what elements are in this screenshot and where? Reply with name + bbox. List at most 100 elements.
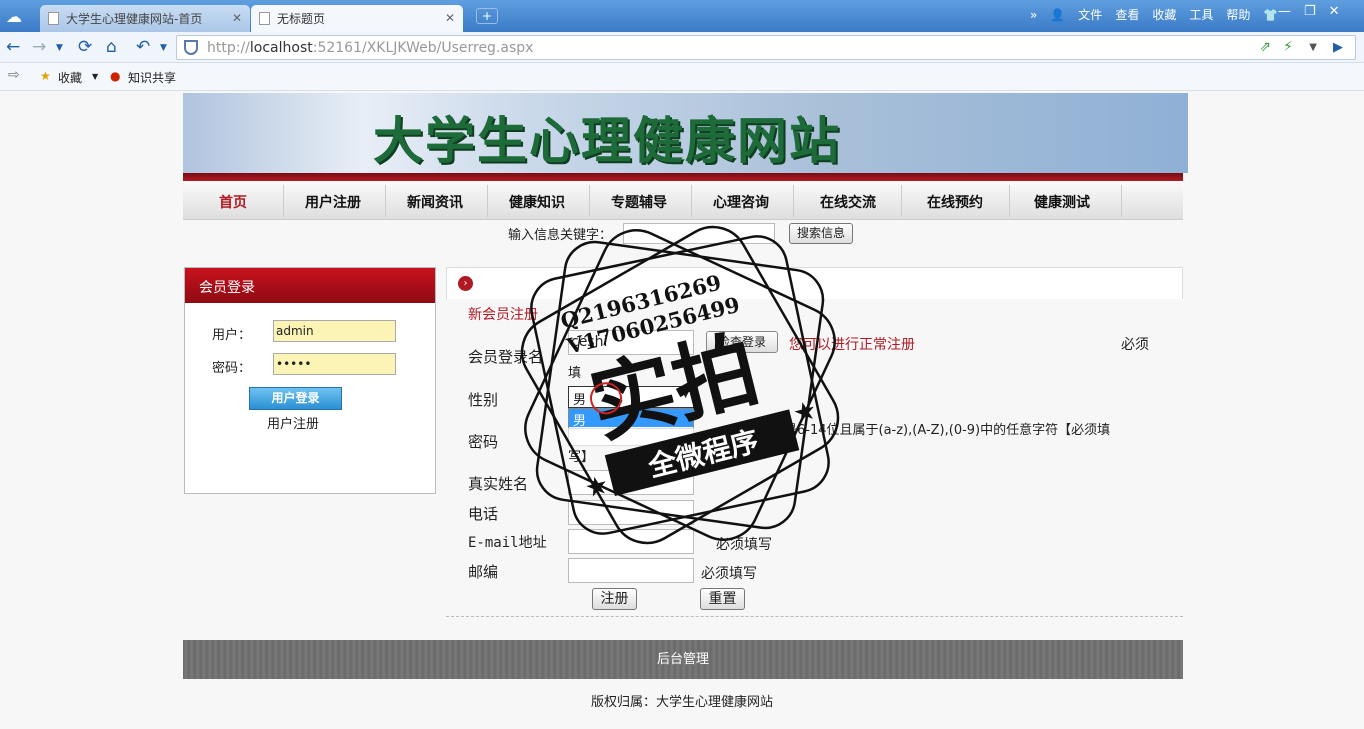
skin-icon[interactable]: 👕 [1263, 8, 1278, 22]
shield-icon [184, 40, 198, 55]
menu-favorites[interactable]: 收藏 [1152, 6, 1176, 23]
sidebar-toggle-icon[interactable]: ⇨ [8, 67, 20, 83]
nav-booking[interactable]: 在线预约 [927, 192, 983, 212]
login-button[interactable]: 用户登录 [249, 387, 342, 410]
site-nav: 首页 用户注册 新闻资讯 健康知识 专题辅导 心理咨询 在线交流 在线预约 健康… [183, 181, 1183, 220]
divider [446, 616, 1183, 617]
fav-item-link[interactable]: 知识共享 [128, 69, 176, 86]
password-hint: 密码须是6-14位且属于(a-z),(A-Z),(0-9)中的任意字符【必须填 [745, 423, 1111, 438]
sex-option-male[interactable]: 男 [569, 409, 693, 429]
cloud-icon[interactable]: ☁ [6, 7, 28, 26]
site-title: 大学生心理健康网站 [373, 111, 841, 170]
tab-label: 无标题页 [277, 12, 326, 26]
back-icon[interactable]: ← [6, 37, 20, 57]
undo-icon[interactable]: ↶ [136, 37, 150, 57]
search-button[interactable]: 搜索信息 [789, 223, 853, 244]
user-icon[interactable]: 👤 [1050, 8, 1065, 22]
zip-required: 必须填写 [701, 566, 757, 582]
tab-label: 大学生心理健康网站-首页 [66, 12, 203, 26]
email-required: 必须填写 [716, 537, 772, 553]
nav-consult[interactable]: 心理咨询 [713, 192, 769, 212]
close-window-icon[interactable]: ✕ [1329, 4, 1340, 19]
tab-active[interactable]: 无标题页 ✕ [251, 5, 463, 32]
nav-news[interactable]: 新闻资讯 [407, 192, 463, 212]
chevron-down-icon[interactable]: ▼ [56, 43, 63, 53]
password-input[interactable]: ••••• [273, 353, 396, 375]
register-panel-header [446, 267, 1183, 299]
menu-view[interactable]: 查看 [1115, 6, 1139, 23]
reset-button[interactable]: 重置 [700, 588, 745, 610]
nav-chat[interactable]: 在线交流 [820, 192, 876, 212]
menu-help[interactable]: 帮助 [1226, 6, 1250, 23]
copyright-text: 版权归属：大学生心理健康网站 [590, 695, 773, 710]
phone-input[interactable] [568, 500, 694, 525]
address-bar[interactable]: http://localhost:52161/XKLJKWeb/Userreg.… [176, 35, 1356, 60]
sex-select[interactable]: 男 ▼ [568, 386, 694, 408]
dropdown-icon[interactable]: ▼ [1309, 42, 1317, 53]
password-label: 密码： [212, 361, 252, 376]
phone-label: 电话 [468, 505, 499, 523]
overflow-icon[interactable]: » [1030, 8, 1037, 22]
forward-icon[interactable]: → [32, 37, 46, 57]
browser-nav-bar: ← → ▼ ⟳ ⌂ ↶ ▼ http://localhost:52161/XKL… [0, 32, 1364, 63]
refresh-icon[interactable]: ⟳ [78, 37, 92, 57]
chevron-down-icon[interactable]: ▼ [160, 43, 167, 53]
browser-tab-bar: ☁ 大学生心理健康网站-首页 ✕ 无标题页 ✕ + » 👤 文件 查看 收藏 工… [0, 0, 1364, 32]
username-required-cont: 填 [568, 366, 582, 381]
reg-username-input[interactable]: ceshi [568, 330, 694, 355]
admin-link[interactable]: 后台管理 [183, 640, 1183, 679]
nav-test[interactable]: 健康测试 [1034, 192, 1090, 212]
nav-tutoring[interactable]: 专题辅导 [611, 192, 667, 212]
lightning-icon[interactable]: ⚡ [1283, 39, 1293, 55]
tab-home[interactable]: 大学生心理健康网站-首页 ✕ [40, 5, 250, 32]
nav-home[interactable]: 首页 [219, 192, 247, 212]
username-field-label: 会员登录名 [468, 348, 544, 366]
share-icon[interactable]: ⇗ [1259, 39, 1271, 55]
sex-selected: 男 [573, 393, 587, 408]
window-controls: — ❐ ✕ [1278, 4, 1340, 19]
close-icon[interactable]: ✕ [445, 11, 455, 25]
site-banner: 大学生心理健康网站 [183, 93, 1188, 173]
star-icon: ★ [40, 69, 51, 83]
password-field-label: 密码 [468, 433, 499, 451]
go-icon[interactable]: ▶ [1333, 40, 1343, 55]
realname-input[interactable] [568, 470, 694, 495]
check-username-button[interactable]: 检查登录 [706, 331, 778, 353]
browser-menu: » 👤 文件 查看 收藏 工具 帮助 👕 [1030, 6, 1278, 23]
banner-divider [183, 173, 1183, 181]
password-hint-cont: 写】 [568, 450, 595, 465]
username-input[interactable]: admin [273, 320, 396, 342]
register-link[interactable]: 用户注册 [267, 413, 319, 432]
search-label: 输入信息关键字： [508, 228, 613, 243]
url-text: http://localhost:52161/XKLJKWeb/Userreg.… [207, 40, 534, 56]
search-input[interactable] [623, 223, 775, 244]
submit-button[interactable]: 注册 [592, 588, 637, 610]
new-tab-button[interactable]: + [476, 8, 498, 24]
menu-file[interactable]: 文件 [1078, 6, 1102, 23]
email-input[interactable] [568, 529, 694, 554]
email-label: E-mail地址 [468, 535, 547, 551]
realname-label: 真实姓名 [468, 475, 529, 493]
login-panel: 会员登录 用户： admin 密码： ••••• 用户登录 用户注册 [184, 267, 436, 494]
menu-tools[interactable]: 工具 [1189, 6, 1213, 23]
chevron-down-icon[interactable]: ▼ [92, 72, 98, 81]
favorites-bar: ⇨ ★ 收藏 ▼ ● 知识共享 [0, 63, 1364, 91]
minimize-icon[interactable]: — [1278, 4, 1291, 19]
zip-input[interactable] [568, 558, 694, 583]
page-icon [259, 12, 270, 25]
favorites-button[interactable]: 收藏 [58, 69, 82, 86]
username-label: 用户： [212, 328, 252, 343]
reg-password-input[interactable] [568, 428, 694, 446]
nav-knowledge[interactable]: 健康知识 [509, 192, 565, 212]
username-required: 必须 [1121, 337, 1149, 353]
login-header: 会员登录 [185, 268, 435, 303]
restore-icon[interactable]: ❐ [1304, 4, 1316, 19]
sex-label: 性别 [468, 391, 499, 409]
chevron-down-icon[interactable]: ▼ [682, 390, 689, 400]
nav-register[interactable]: 用户注册 [305, 192, 361, 212]
chevron-right-icon: › [458, 276, 473, 291]
home-icon[interactable]: ⌂ [106, 37, 117, 57]
close-icon[interactable]: ✕ [232, 11, 242, 25]
page-icon [48, 12, 59, 25]
username-ok-text: 您可以进行正常注册 [789, 337, 915, 353]
